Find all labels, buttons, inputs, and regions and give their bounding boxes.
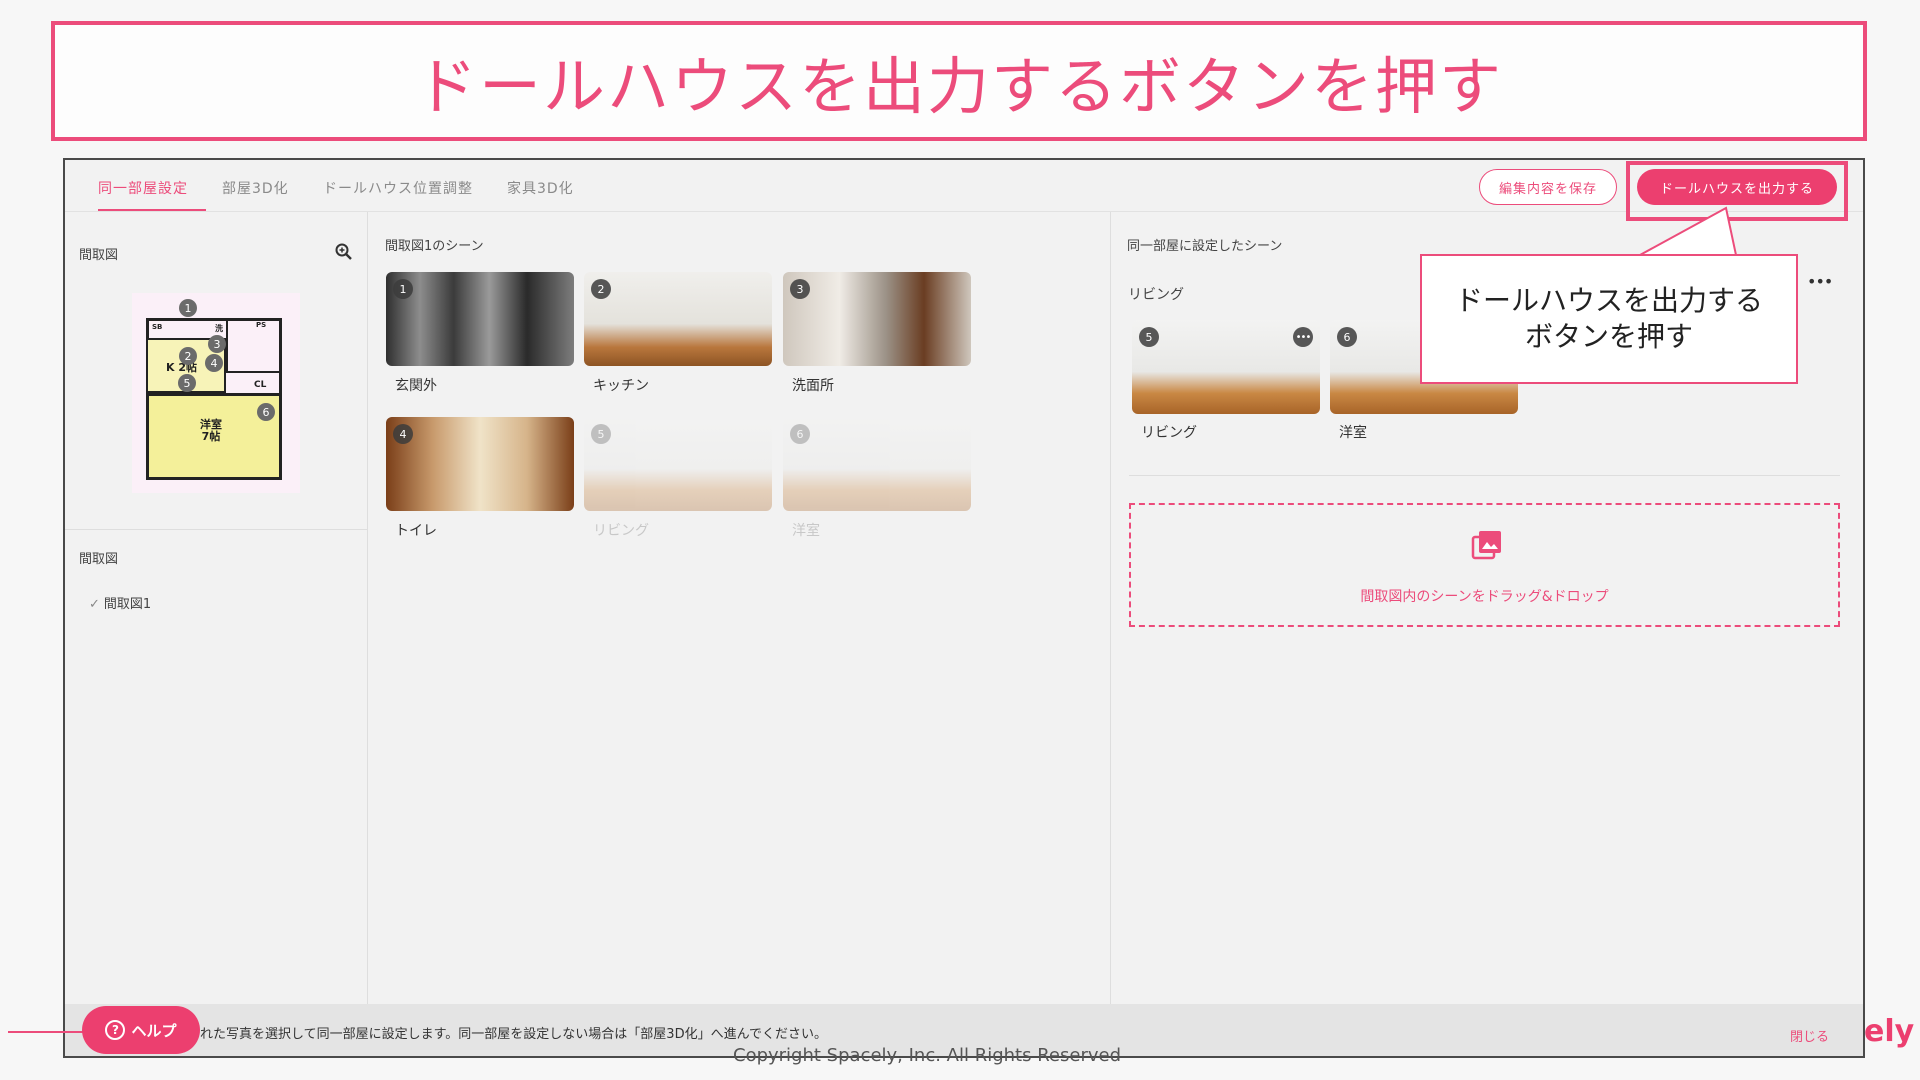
- scene-label: リビング: [593, 523, 649, 539]
- tab-dollhouse-position[interactable]: ドールハウス位置調整: [323, 178, 473, 198]
- scene-thumbnail-disabled: 6: [783, 417, 971, 511]
- footer-accent-line: [8, 1031, 88, 1033]
- image-icon: [1471, 531, 1501, 560]
- scene-thumbnail[interactable]: 2: [584, 272, 772, 366]
- scene-number-badge: 2: [591, 279, 611, 299]
- left-separator: [65, 529, 367, 530]
- floorplan-marker[interactable]: 4: [205, 354, 223, 372]
- scene-number-badge: 4: [393, 424, 413, 444]
- scene-label: キッチン: [593, 378, 649, 394]
- grouped-scene-label: リビング: [1141, 425, 1197, 441]
- floorplan-wash-text: 洗: [215, 324, 223, 333]
- room-group-name: リビング: [1128, 287, 1184, 303]
- info-message: れた写真を選択して同一部屋に設定します。同一部屋を設定しない場合は「部屋3D化」…: [200, 1027, 827, 1042]
- instruction-banner: ドールハウスを出力するボタンを押す: [51, 21, 1867, 141]
- more-icon[interactable]: •••: [1293, 327, 1313, 347]
- tab-same-room[interactable]: 同一部屋設定: [98, 178, 188, 198]
- top-bar: 同一部屋設定 部屋3D化 ドールハウス位置調整 家具3D化 編集内容を保存 ドー…: [65, 160, 1863, 221]
- close-link[interactable]: 閉じる: [1790, 1026, 1829, 1045]
- right-separator: [1129, 475, 1840, 476]
- scene-dropzone[interactable]: 間取図内のシーンをドラッグ&ドロップ: [1129, 503, 1840, 627]
- floorplan-closet-text: CL: [254, 380, 267, 390]
- grouped-scene-thumbnail[interactable]: 5 •••: [1132, 320, 1320, 414]
- floorplan-room-text: 洋室 7帖: [200, 418, 222, 444]
- save-button[interactable]: 編集内容を保存: [1479, 169, 1617, 205]
- zoom-in-icon[interactable]: [334, 242, 354, 262]
- scene-label: 洗面所: [792, 378, 834, 394]
- scene-label: トイレ: [395, 523, 437, 539]
- floorplan-marker[interactable]: 5: [178, 374, 196, 392]
- same-room-title: 同一部屋に設定したシーン: [1127, 239, 1283, 254]
- scene-label: 洋室: [792, 523, 820, 539]
- check-icon: ✓: [89, 597, 100, 612]
- floorplan-marker[interactable]: 1: [179, 299, 197, 317]
- scene-number-badge: 6: [790, 424, 810, 444]
- scenes-title: 間取図1のシーン: [385, 239, 484, 254]
- floorplan-marker[interactable]: 2: [179, 347, 197, 365]
- left-divider: [367, 212, 368, 1052]
- floorplan-list-title: 間取図: [79, 552, 119, 567]
- floorplan-title: 間取図: [79, 248, 119, 263]
- floorplan-image[interactable]: K 2帖 洋室 7帖 CL SB 洗 PS 1 2 3 4 5 6: [132, 293, 300, 493]
- scene-thumbnail[interactable]: 1: [386, 272, 574, 366]
- scene-thumbnail-disabled: 5: [584, 417, 772, 511]
- floorplan-wet-area: [226, 318, 282, 373]
- scene-thumbnail[interactable]: 4: [386, 417, 574, 511]
- callout-text: ドールハウスを出力する ボタンを押す: [1454, 283, 1763, 353]
- scene-label: 玄関外: [395, 378, 437, 394]
- scene-number-badge: 5: [1139, 327, 1159, 347]
- floorplan-item-label: 間取図1: [103, 597, 152, 612]
- floorplan-sb-text: SB: [152, 323, 163, 331]
- floorplan-marker[interactable]: 3: [208, 335, 226, 353]
- scene-number-badge: 1: [393, 279, 413, 299]
- instruction-callout: ドールハウスを出力する ボタンを押す: [1420, 254, 1798, 384]
- brand-logo-fragment: ely: [1864, 1014, 1915, 1049]
- help-button[interactable]: ? ヘルプ: [82, 1006, 200, 1054]
- export-highlight-frame: [1626, 161, 1848, 221]
- scene-number-badge: 5: [591, 424, 611, 444]
- active-tab-indicator: [98, 209, 206, 211]
- right-divider: [1110, 212, 1111, 1052]
- instruction-title: ドールハウスを出力するボタンを押す: [414, 50, 1503, 123]
- copyright-text: Copyright Spacely, Inc. All Rights Reser…: [733, 1045, 1121, 1066]
- scene-thumbnail[interactable]: 3: [783, 272, 971, 366]
- more-icon[interactable]: •••: [1807, 272, 1833, 291]
- floorplan-marker[interactable]: 6: [257, 403, 275, 421]
- floorplan-list-item[interactable]: ✓ 間取図1: [89, 593, 151, 612]
- scene-number-badge: 6: [1337, 327, 1357, 347]
- tab-room-3d[interactable]: 部屋3D化: [222, 178, 289, 198]
- tab-furniture-3d[interactable]: 家具3D化: [507, 178, 574, 198]
- grouped-scene-label: 洋室: [1339, 425, 1367, 441]
- floorplan-ps-text: PS: [256, 321, 267, 329]
- help-icon: ?: [105, 1020, 126, 1040]
- scene-number-badge: 3: [790, 279, 810, 299]
- dropzone-label: 間取図内のシーンをドラッグ&ドロップ: [1360, 589, 1609, 605]
- help-label: ヘルプ: [131, 1021, 177, 1040]
